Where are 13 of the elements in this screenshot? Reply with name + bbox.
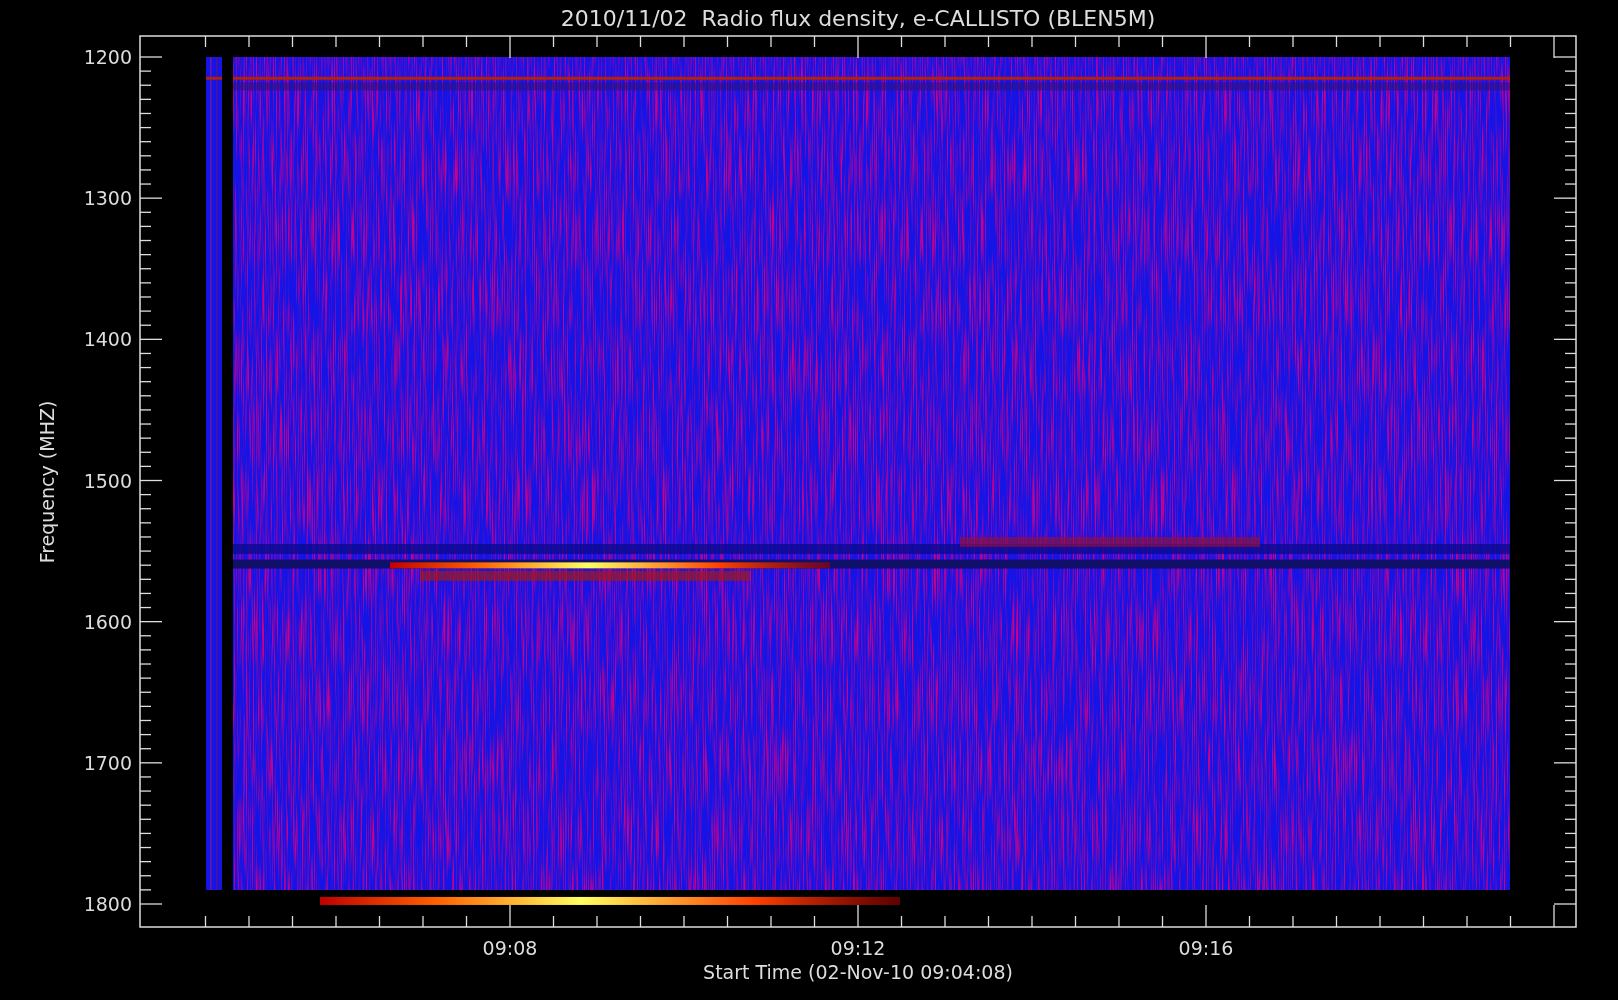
tick-label: 1800 [83,893,132,915]
axis-label: Frequency (MHZ) [36,400,58,564]
tick-label: 1200 [83,46,132,68]
tick-label: 1300 [83,187,132,210]
tick-label: 1500 [83,469,132,492]
tick-label: 1700 [83,751,132,774]
tick-label: 09:16 [1178,937,1234,959]
tick-label: 1600 [83,610,132,633]
plot-title: 2010/11/02 Radio flux density, e-CALLISTO (BLEN5M) [560,6,1156,31]
tick-label: 1400 [83,328,132,351]
tick-label: 09:08 [482,937,538,959]
axis-label: Start Time (02-Nov-10 09:04:08) [703,961,1013,983]
tick-label: 09:12 [830,937,886,959]
